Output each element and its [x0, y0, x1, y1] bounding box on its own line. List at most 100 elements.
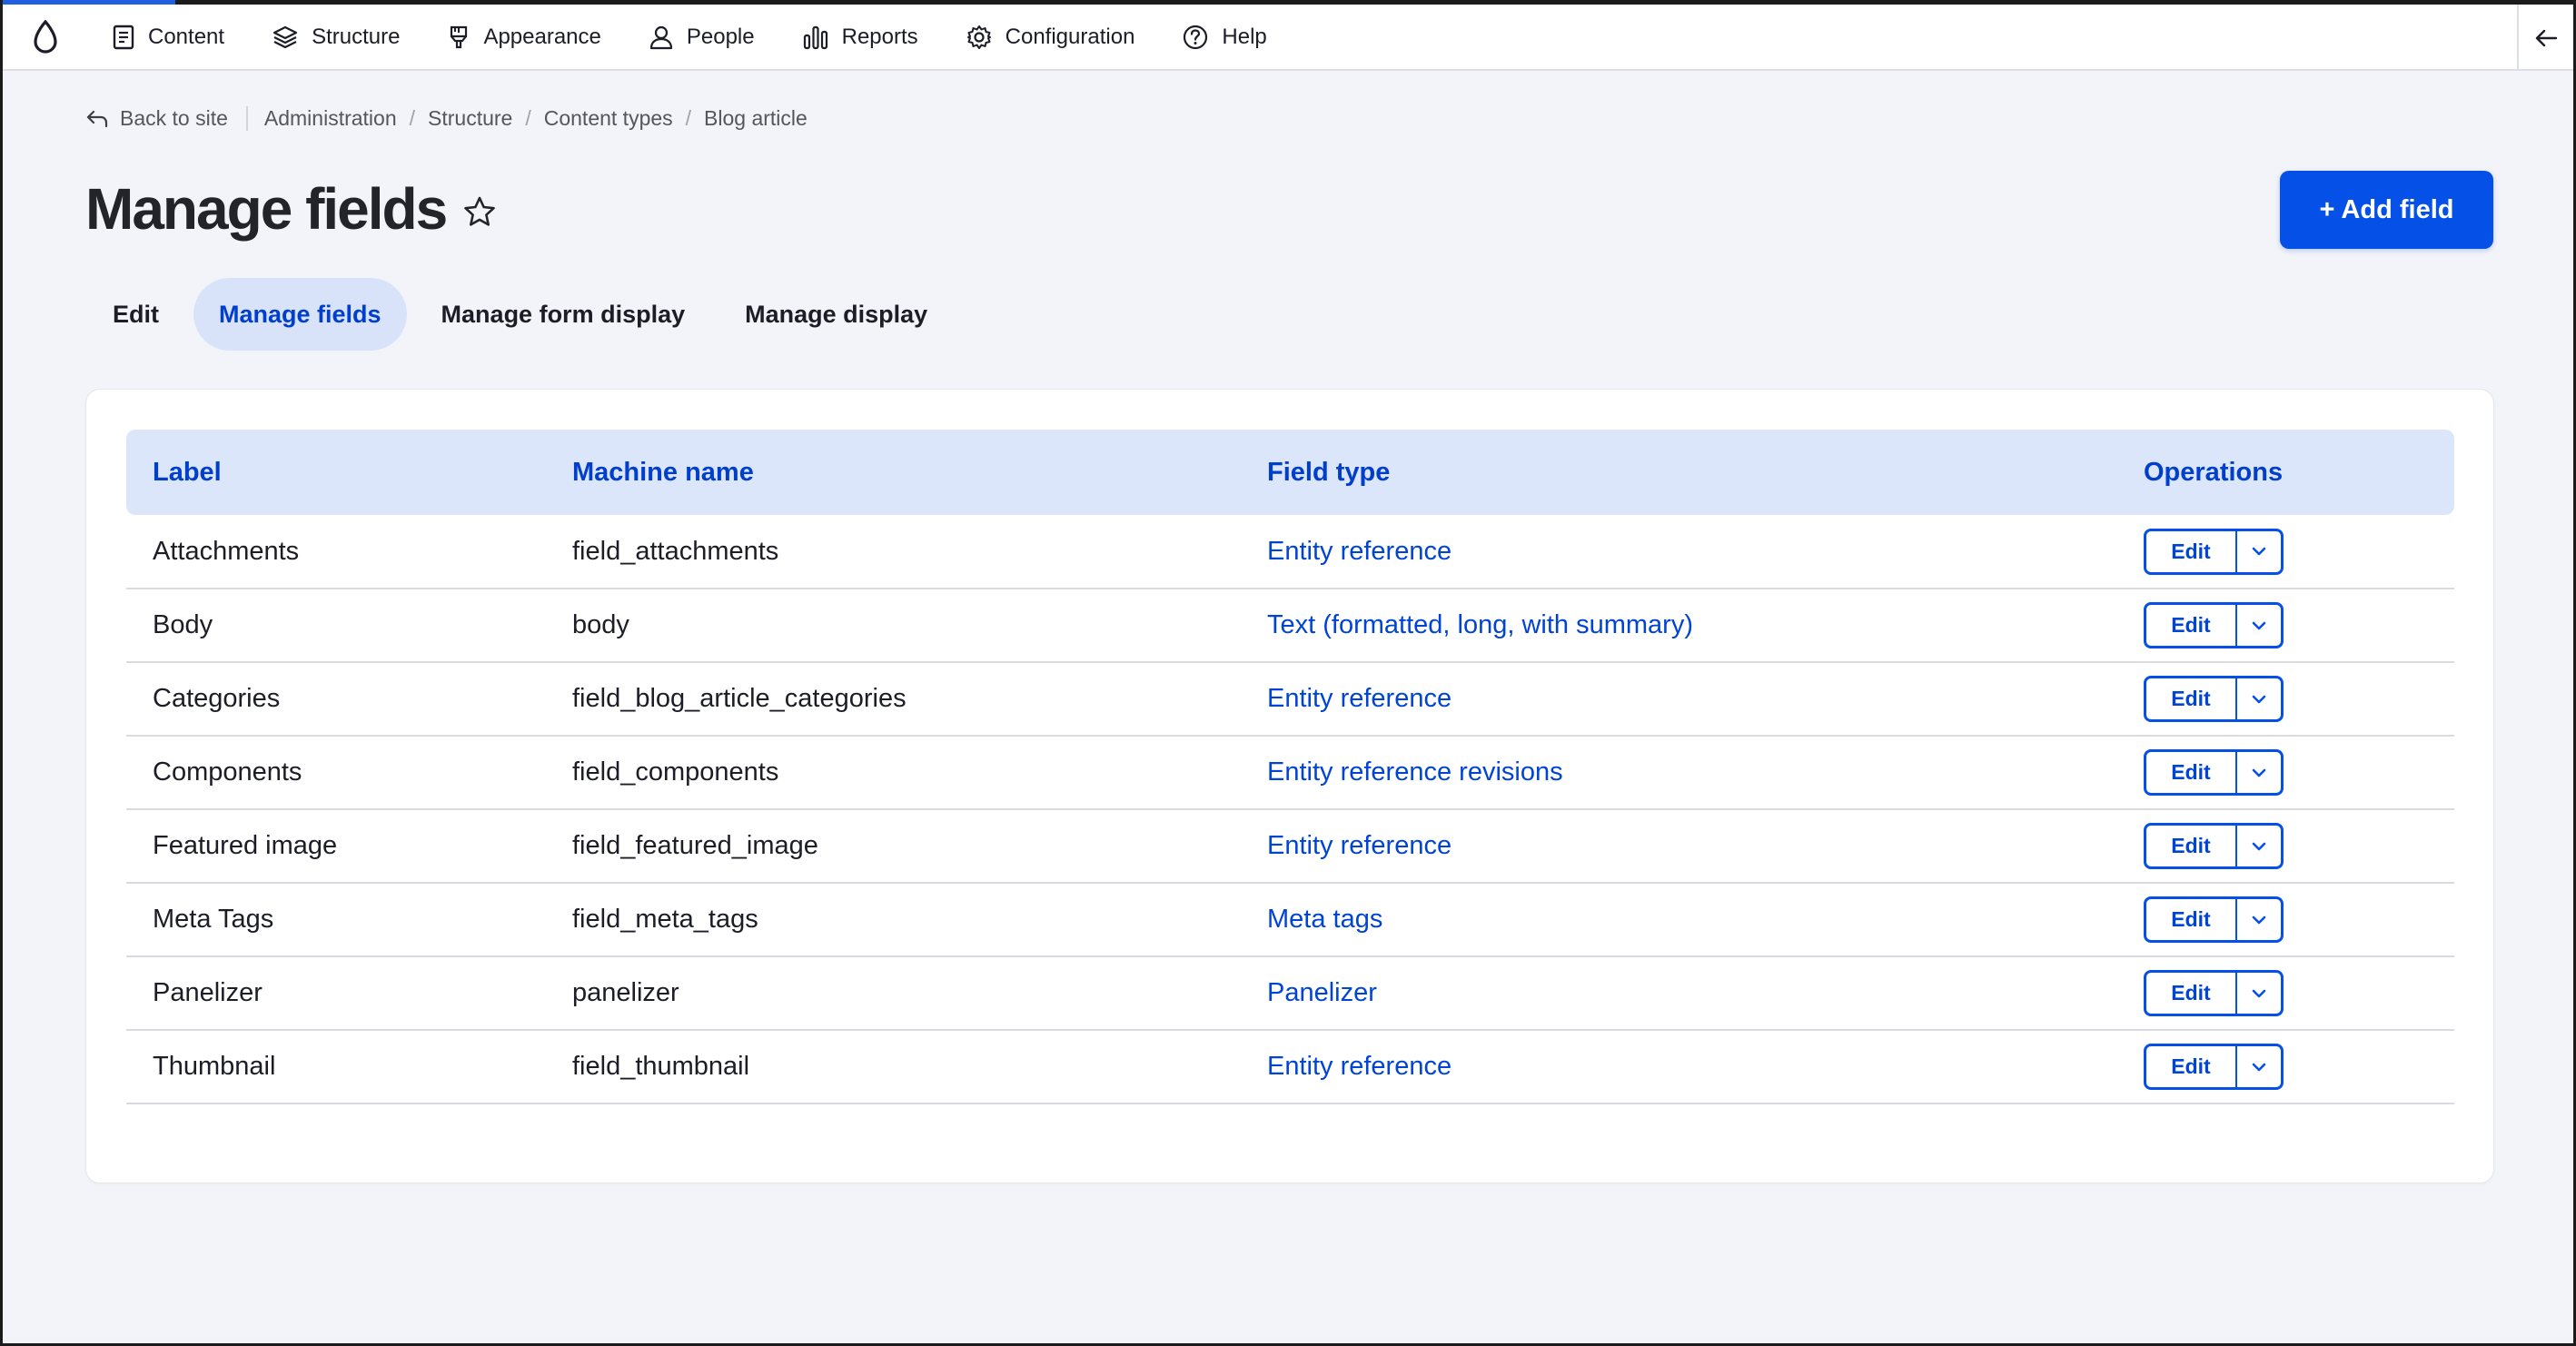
operations-dropbutton: Edit — [2144, 1044, 2284, 1090]
table-row: Body body Text (formatted, long, with summ… — [126, 589, 2454, 663]
admin-toolbar: Content Structure Appearance People Repo… — [3, 5, 2573, 71]
star-icon[interactable] — [462, 195, 497, 228]
tab-manage-fields[interactable]: Manage fields — [193, 278, 407, 351]
edit-button[interactable]: Edit — [2146, 899, 2237, 940]
back-to-site-label: Back to site — [120, 106, 228, 130]
toolbar-item-label: Reports — [841, 24, 918, 49]
toolbar-item-reports[interactable]: Reports — [778, 5, 942, 69]
field-machine-name: field_attachments — [546, 515, 1241, 589]
field-type-link[interactable]: Entity reference revisions — [1241, 736, 2117, 810]
people-icon — [649, 25, 672, 49]
field-label: Body — [126, 589, 546, 663]
collapse-toolbar-button[interactable] — [2517, 5, 2573, 71]
field-label: Attachments — [126, 515, 546, 589]
field-type-link[interactable]: Entity reference — [1241, 662, 2117, 737]
field-type-link[interactable]: Entity reference — [1241, 809, 2117, 884]
field-machine-name: field_blog_article_categories — [546, 662, 1241, 737]
field-operations: Edit — [2117, 662, 2454, 737]
toolbar-item-structure[interactable]: Structure — [248, 5, 423, 69]
edit-button[interactable]: Edit — [2146, 973, 2237, 1014]
tab-edit[interactable]: Edit — [87, 278, 184, 351]
field-machine-name: field_featured_image — [546, 809, 1241, 884]
table-row: Panelizer panelizer Panelizer Edit — [126, 956, 2454, 1031]
back-to-site-link[interactable]: Back to site — [85, 106, 248, 131]
operations-dropbutton: Edit — [2144, 676, 2284, 722]
table-row: Featured image field_featured_image Entity… — [126, 809, 2454, 884]
breadcrumb-item-blog-article[interactable]: Blog article — [704, 106, 807, 131]
toolbar-item-label: Help — [1222, 24, 1267, 49]
page-title: Manage fields — [85, 176, 448, 242]
toolbar-item-label: People — [686, 24, 755, 49]
structure-icon — [272, 25, 298, 48]
toolbar-item-help[interactable]: Help — [1158, 5, 1290, 69]
toolbar-nav: Content Structure Appearance People Repo… — [88, 5, 1291, 69]
table-row: Attachments field_attachments Entity refer… — [126, 515, 2454, 589]
title-row: Manage fields — [85, 175, 497, 242]
chevron-down-icon — [2252, 621, 2266, 629]
arrow-left-icon — [2535, 29, 2558, 46]
field-machine-name: panelizer — [546, 956, 1241, 1031]
field-label: Meta Tags — [126, 883, 546, 957]
edit-button[interactable]: Edit — [2146, 826, 2237, 866]
field-type-link[interactable]: Panelizer — [1241, 956, 2117, 1031]
operations-toggle-button[interactable] — [2237, 678, 2281, 719]
back-arrow-icon — [86, 110, 108, 127]
field-operations: Edit — [2117, 1030, 2454, 1104]
field-type-link[interactable]: Entity reference — [1241, 515, 2117, 589]
tab-manage-form-display[interactable]: Manage form display — [416, 278, 711, 351]
column-header-machine-name: Machine name — [546, 430, 1241, 515]
operations-dropbutton: Edit — [2144, 749, 2284, 796]
field-operations: Edit — [2117, 956, 2454, 1031]
field-label: Categories — [126, 662, 546, 737]
operations-toggle-button[interactable] — [2237, 1046, 2281, 1087]
breadcrumb-item-content-types[interactable]: Content types — [544, 106, 673, 131]
breadcrumb-item-structure[interactable]: Structure — [428, 106, 512, 131]
edit-button[interactable]: Edit — [2146, 1046, 2237, 1087]
table-row: Categories field_blog_article_categories E… — [126, 662, 2454, 737]
toolbar-item-label: Content — [148, 24, 225, 49]
drupal-drop-icon[interactable] — [3, 4, 88, 70]
field-type-link[interactable]: Meta tags — [1241, 883, 2117, 957]
operations-dropbutton: Edit — [2144, 528, 2284, 575]
toolbar-item-appearance[interactable]: Appearance — [423, 5, 624, 69]
breadcrumb-item-administration[interactable]: Administration — [264, 106, 397, 131]
edit-button[interactable]: Edit — [2146, 605, 2237, 646]
operations-dropbutton: Edit — [2144, 823, 2284, 869]
field-machine-name: field_thumbnail — [546, 1030, 1241, 1104]
toolbar-item-label: Appearance — [483, 24, 601, 49]
tab-manage-display[interactable]: Manage display — [719, 278, 953, 351]
field-label: Panelizer — [126, 956, 546, 1031]
operations-toggle-button[interactable] — [2237, 899, 2281, 940]
operations-toggle-button[interactable] — [2237, 752, 2281, 793]
operations-toggle-button[interactable] — [2237, 531, 2281, 572]
breadcrumb-separator: / — [525, 106, 531, 130]
edit-button[interactable]: Edit — [2146, 678, 2237, 719]
field-operations: Edit — [2117, 883, 2454, 957]
field-type-link[interactable]: Text (formatted, long, with summary) — [1241, 589, 2117, 663]
breadcrumb-separator: / — [685, 106, 692, 130]
operations-toggle-button[interactable] — [2237, 605, 2281, 646]
operations-toggle-button[interactable] — [2237, 973, 2281, 1014]
help-icon — [1184, 25, 1208, 49]
edit-button[interactable]: Edit — [2146, 752, 2237, 793]
table-header-row: Label Machine name Field type Operations — [126, 430, 2454, 515]
toolbar-item-label: Configuration — [1005, 24, 1135, 49]
chevron-down-icon — [2252, 915, 2266, 924]
fields-table: Label Machine name Field type Operations… — [126, 430, 2454, 1104]
toolbar-item-configuration[interactable]: Configuration — [942, 5, 1159, 69]
operations-toggle-button[interactable] — [2237, 826, 2281, 866]
toolbar-item-content[interactable]: Content — [88, 5, 248, 69]
chevron-down-icon — [2252, 1063, 2266, 1071]
table-row: Thumbnail field_thumbnail Entity reference… — [126, 1030, 2454, 1104]
chevron-down-icon — [2252, 768, 2266, 777]
toolbar-item-people[interactable]: People — [625, 5, 778, 69]
add-field-button[interactable]: + Add field — [2280, 171, 2493, 249]
field-label: Components — [126, 736, 546, 810]
field-type-link[interactable]: Entity reference — [1241, 1030, 2117, 1104]
chevron-down-icon — [2252, 695, 2266, 703]
edit-button[interactable]: Edit — [2146, 530, 2237, 572]
field-label: Thumbnail — [126, 1030, 546, 1104]
gear-icon — [966, 25, 991, 49]
column-header-operations: Operations — [2117, 430, 2454, 515]
operations-dropbutton: Edit — [2144, 896, 2284, 943]
